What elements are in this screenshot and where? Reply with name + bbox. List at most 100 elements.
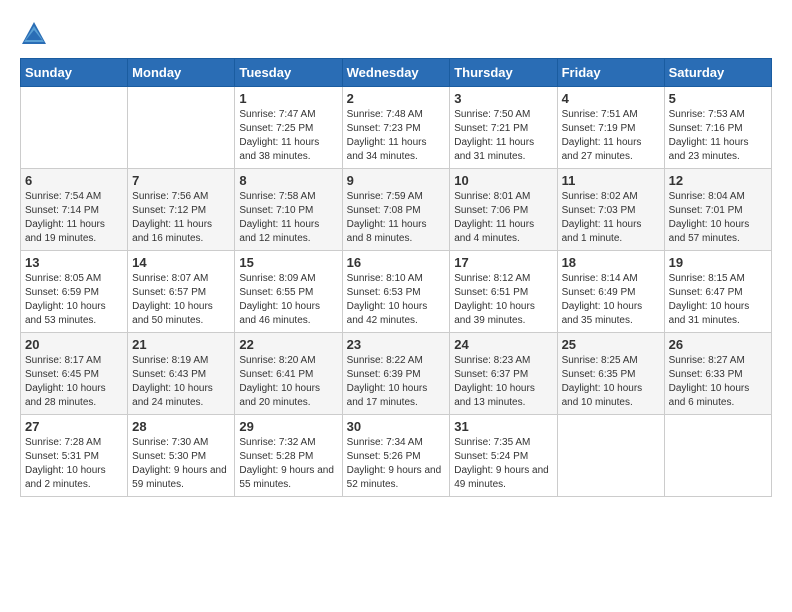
day-number: 30 — [347, 419, 446, 434]
day-info: Sunrise: 8:22 AM Sunset: 6:39 PM Dayligh… — [347, 354, 446, 410]
calendar-cell: 24 Sunrise: 8:23 AM Sunset: 6:37 PM Dayli… — [450, 333, 557, 415]
day-info: Sunrise: 8:17 AM Sunset: 6:45 PM Dayligh… — [25, 354, 123, 410]
day-number: 9 — [347, 173, 446, 188]
day-info: Sunrise: 8:09 AM Sunset: 6:55 PM Dayligh… — [239, 272, 337, 328]
calendar-cell: 23 Sunrise: 8:22 AM Sunset: 6:39 PM Dayli… — [342, 333, 450, 415]
day-info: Sunrise: 8:23 AM Sunset: 6:37 PM Dayligh… — [454, 354, 552, 410]
day-info: Sunrise: 8:01 AM Sunset: 7:06 PM Dayligh… — [454, 190, 552, 246]
day-number: 2 — [347, 91, 446, 106]
day-info: Sunrise: 7:50 AM Sunset: 7:21 PM Dayligh… — [454, 108, 552, 164]
day-info: Sunrise: 7:53 AM Sunset: 7:16 PM Dayligh… — [669, 108, 767, 164]
page-header — [20, 20, 772, 48]
calendar-cell: 25 Sunrise: 8:25 AM Sunset: 6:35 PM Dayli… — [557, 333, 664, 415]
day-info: Sunrise: 7:51 AM Sunset: 7:19 PM Dayligh… — [562, 108, 660, 164]
day-info: Sunrise: 7:28 AM Sunset: 5:31 PM Dayligh… — [25, 436, 123, 492]
logo-icon — [20, 20, 48, 48]
day-info: Sunrise: 8:05 AM Sunset: 6:59 PM Dayligh… — [25, 272, 123, 328]
calendar-cell: 10 Sunrise: 8:01 AM Sunset: 7:06 PM Dayli… — [450, 169, 557, 251]
calendar-cell — [664, 415, 771, 497]
day-info: Sunrise: 7:30 AM Sunset: 5:30 PM Dayligh… — [132, 436, 230, 492]
calendar-cell: 26 Sunrise: 8:27 AM Sunset: 6:33 PM Dayli… — [664, 333, 771, 415]
day-number: 18 — [562, 255, 660, 270]
day-info: Sunrise: 7:48 AM Sunset: 7:23 PM Dayligh… — [347, 108, 446, 164]
day-number: 7 — [132, 173, 230, 188]
day-number: 23 — [347, 337, 446, 352]
day-number: 14 — [132, 255, 230, 270]
calendar-cell: 16 Sunrise: 8:10 AM Sunset: 6:53 PM Dayli… — [342, 251, 450, 333]
day-info: Sunrise: 8:12 AM Sunset: 6:51 PM Dayligh… — [454, 272, 552, 328]
day-number: 26 — [669, 337, 767, 352]
day-number: 12 — [669, 173, 767, 188]
calendar-cell: 21 Sunrise: 8:19 AM Sunset: 6:43 PM Dayli… — [128, 333, 235, 415]
day-number: 19 — [669, 255, 767, 270]
weekday-header-wednesday: Wednesday — [342, 59, 450, 87]
day-number: 10 — [454, 173, 552, 188]
calendar-cell: 20Sunrise: 8:17 AM Sunset: 6:45 PM Dayli… — [21, 333, 128, 415]
calendar-cell: 7 Sunrise: 7:56 AM Sunset: 7:12 PM Daylig… — [128, 169, 235, 251]
calendar-cell: 5Sunrise: 7:53 AM Sunset: 7:16 PM Daylig… — [664, 87, 771, 169]
calendar-cell — [128, 87, 235, 169]
day-info: Sunrise: 7:59 AM Sunset: 7:08 PM Dayligh… — [347, 190, 446, 246]
calendar-cell: 30 Sunrise: 7:34 AM Sunset: 5:26 PM Dayli… — [342, 415, 450, 497]
logo — [20, 20, 52, 48]
day-number: 3 — [454, 91, 552, 106]
calendar-cell: 19 Sunrise: 8:15 AM Sunset: 6:47 PM Dayli… — [664, 251, 771, 333]
day-info: Sunrise: 8:15 AM Sunset: 6:47 PM Dayligh… — [669, 272, 767, 328]
day-number: 6 — [25, 173, 123, 188]
day-info: Sunrise: 7:47 AM Sunset: 7:25 PM Dayligh… — [239, 108, 337, 164]
day-number: 15 — [239, 255, 337, 270]
day-number: 28 — [132, 419, 230, 434]
day-info: Sunrise: 7:58 AM Sunset: 7:10 PM Dayligh… — [239, 190, 337, 246]
day-number: 11 — [562, 173, 660, 188]
day-info: Sunrise: 8:14 AM Sunset: 6:49 PM Dayligh… — [562, 272, 660, 328]
calendar-cell — [21, 87, 128, 169]
day-info: Sunrise: 8:25 AM Sunset: 6:35 PM Dayligh… — [562, 354, 660, 410]
day-info: Sunrise: 8:20 AM Sunset: 6:41 PM Dayligh… — [239, 354, 337, 410]
day-number: 25 — [562, 337, 660, 352]
weekday-header-thursday: Thursday — [450, 59, 557, 87]
day-info: Sunrise: 8:07 AM Sunset: 6:57 PM Dayligh… — [132, 272, 230, 328]
calendar-cell: 29 Sunrise: 7:32 AM Sunset: 5:28 PM Dayli… — [235, 415, 342, 497]
day-info: Sunrise: 7:34 AM Sunset: 5:26 PM Dayligh… — [347, 436, 446, 492]
day-number: 16 — [347, 255, 446, 270]
calendar-cell — [557, 415, 664, 497]
day-number: 8 — [239, 173, 337, 188]
calendar-cell: 28 Sunrise: 7:30 AM Sunset: 5:30 PM Dayli… — [128, 415, 235, 497]
day-info: Sunrise: 8:04 AM Sunset: 7:01 PM Dayligh… — [669, 190, 767, 246]
day-info: Sunrise: 7:32 AM Sunset: 5:28 PM Dayligh… — [239, 436, 337, 492]
day-number: 31 — [454, 419, 552, 434]
calendar-cell: 13 Sunrise: 8:05 AM Sunset: 6:59 PM Dayli… — [21, 251, 128, 333]
calendar-cell: 9 Sunrise: 7:59 AM Sunset: 7:08 PM Daylig… — [342, 169, 450, 251]
calendar-cell: 18 Sunrise: 8:14 AM Sunset: 6:49 PM Dayli… — [557, 251, 664, 333]
calendar-cell: 3 Sunrise: 7:50 AM Sunset: 7:21 PM Daylig… — [450, 87, 557, 169]
calendar-cell: 1 Sunrise: 7:47 AM Sunset: 7:25 PM Daylig… — [235, 87, 342, 169]
day-number: 21 — [132, 337, 230, 352]
day-info: Sunrise: 7:35 AM Sunset: 5:24 PM Dayligh… — [454, 436, 552, 492]
calendar-cell: 2 Sunrise: 7:48 AM Sunset: 7:23 PM Daylig… — [342, 87, 450, 169]
day-number: 22 — [239, 337, 337, 352]
calendar-cell: 4 Sunrise: 7:51 AM Sunset: 7:19 PM Daylig… — [557, 87, 664, 169]
calendar-cell: 12 Sunrise: 8:04 AM Sunset: 7:01 PM Dayli… — [664, 169, 771, 251]
day-number: 1 — [239, 91, 337, 106]
calendar-cell: 15 Sunrise: 8:09 AM Sunset: 6:55 PM Dayli… — [235, 251, 342, 333]
day-number: 17 — [454, 255, 552, 270]
day-number: 13 — [25, 255, 123, 270]
weekday-header-monday: Monday — [128, 59, 235, 87]
calendar-cell: 22 Sunrise: 8:20 AM Sunset: 6:41 PM Dayli… — [235, 333, 342, 415]
calendar-cell: 8 Sunrise: 7:58 AM Sunset: 7:10 PM Daylig… — [235, 169, 342, 251]
day-info: Sunrise: 8:27 AM Sunset: 6:33 PM Dayligh… — [669, 354, 767, 410]
day-info: Sunrise: 7:56 AM Sunset: 7:12 PM Dayligh… — [132, 190, 230, 246]
weekday-header-tuesday: Tuesday — [235, 59, 342, 87]
weekday-header-saturday: Saturday — [664, 59, 771, 87]
day-number: 4 — [562, 91, 660, 106]
day-info: Sunrise: 8:02 AM Sunset: 7:03 PM Dayligh… — [562, 190, 660, 246]
weekday-header-friday: Friday — [557, 59, 664, 87]
day-info: Sunrise: 8:10 AM Sunset: 6:53 PM Dayligh… — [347, 272, 446, 328]
day-number: 27 — [25, 419, 123, 434]
day-number: 24 — [454, 337, 552, 352]
calendar-cell: 14 Sunrise: 8:07 AM Sunset: 6:57 PM Dayli… — [128, 251, 235, 333]
calendar-cell: 31 Sunrise: 7:35 AM Sunset: 5:24 PM Dayli… — [450, 415, 557, 497]
day-number: 29 — [239, 419, 337, 434]
calendar-cell: 11 Sunrise: 8:02 AM Sunset: 7:03 PM Dayli… — [557, 169, 664, 251]
day-info: Sunrise: 8:19 AM Sunset: 6:43 PM Dayligh… — [132, 354, 230, 410]
